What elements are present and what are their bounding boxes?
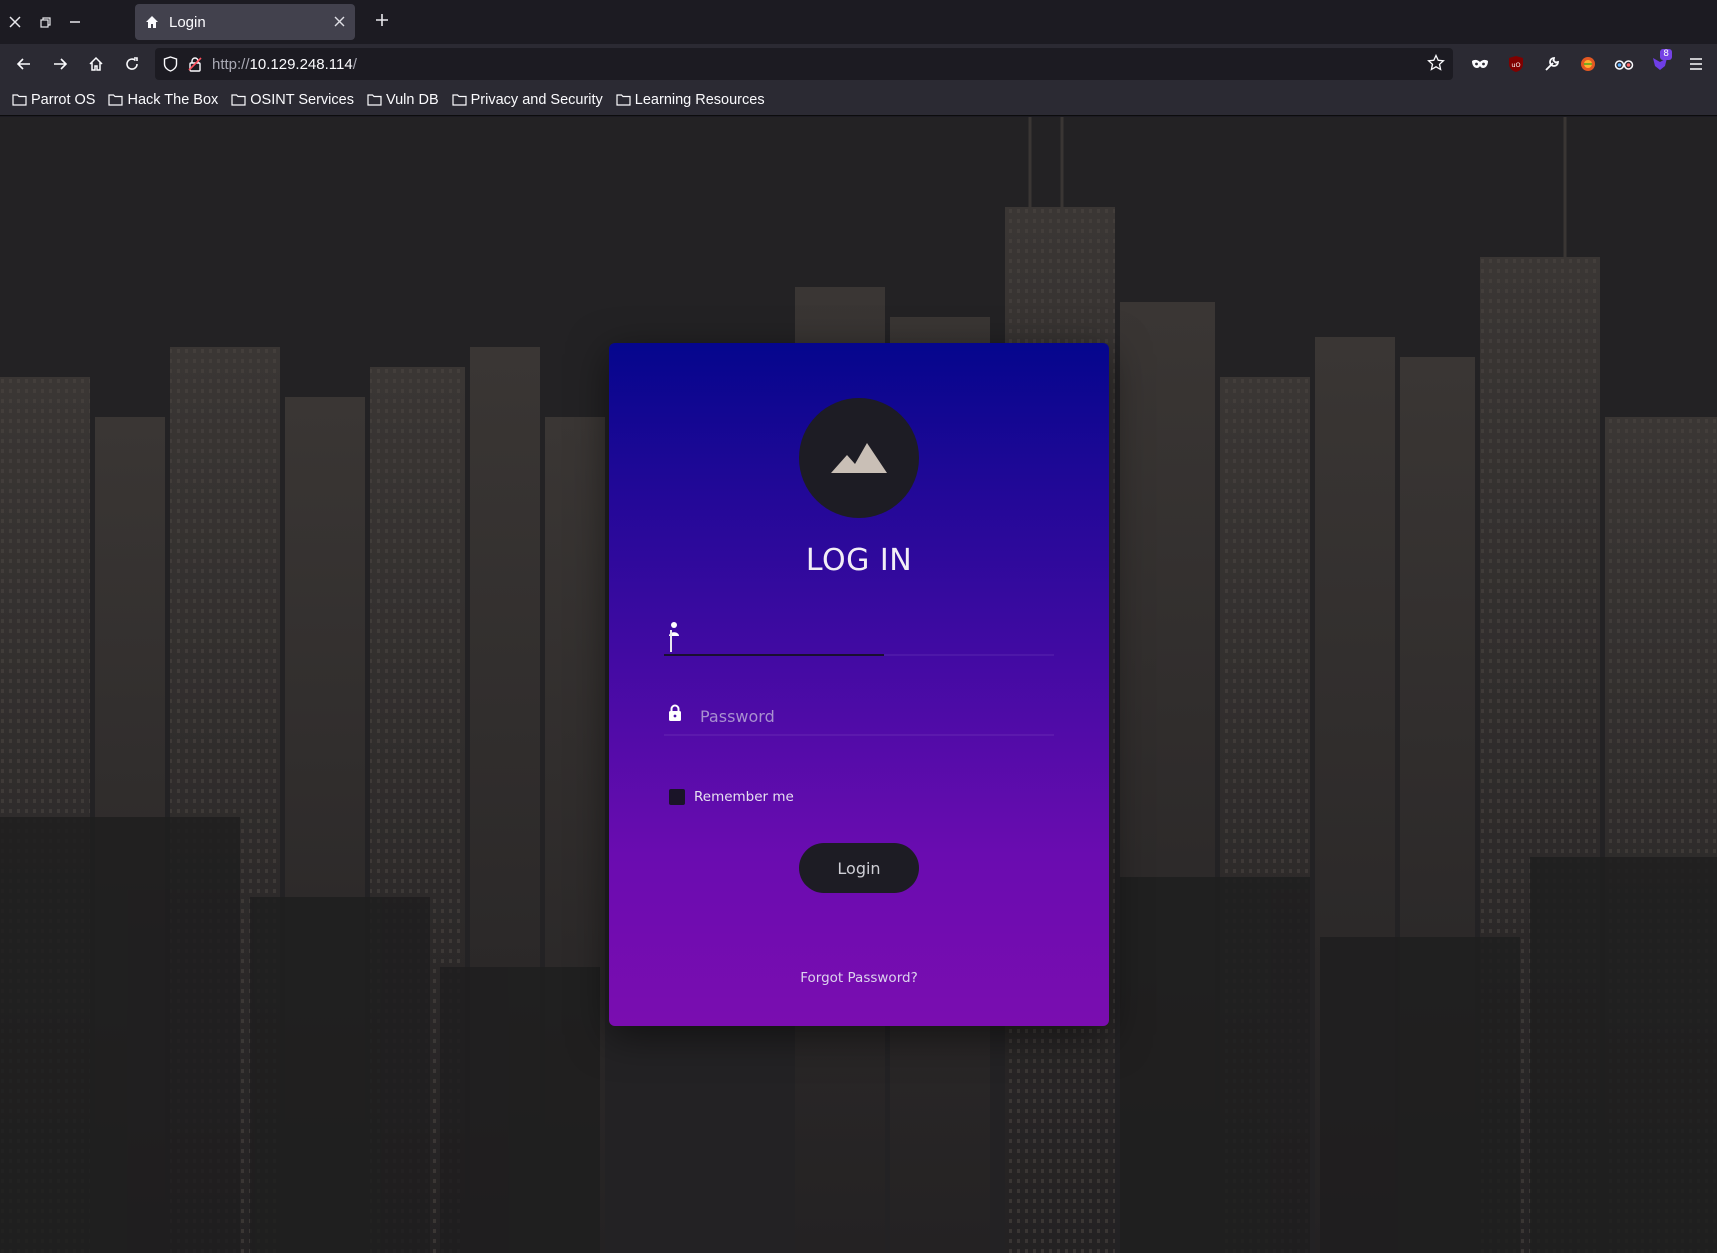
bookmark-label: Hack The Box xyxy=(127,91,219,108)
remember-me-checkbox[interactable] xyxy=(669,789,685,805)
svg-text:uO: uO xyxy=(1511,61,1520,69)
folder-icon xyxy=(231,94,246,106)
extensions-toolbar: uO 8 xyxy=(1462,48,1714,80)
tracking-shield-icon[interactable] xyxy=(163,56,178,72)
url-protocol: http:// xyxy=(212,55,250,73)
menu-hamburger-icon[interactable] xyxy=(1678,48,1714,80)
bookmark-folder-vuln-db[interactable]: Vuln DB xyxy=(367,92,439,108)
bookmark-label: Learning Resources xyxy=(634,91,765,108)
tab-title: Login xyxy=(169,13,206,31)
avatar xyxy=(799,398,919,518)
tab-close-icon[interactable] xyxy=(334,14,345,30)
username-input[interactable] xyxy=(700,616,1050,648)
browser-tab-bar: Login xyxy=(0,0,1717,44)
address-bar[interactable]: http:// 10.129.248.114 / xyxy=(155,48,1453,80)
login-card: LOG IN Remember me Login Forgot Password… xyxy=(609,343,1109,1026)
folder-icon xyxy=(12,94,27,106)
wappalyzer-glasses-icon[interactable] xyxy=(1606,48,1642,80)
hackbar-extension-icon[interactable] xyxy=(1570,48,1606,80)
mountain-logo-icon xyxy=(831,443,887,473)
home-favicon-icon xyxy=(145,14,161,30)
page-viewport: LOG IN Remember me Login Forgot Password… xyxy=(0,117,1717,1253)
close-window-icon[interactable] xyxy=(0,0,30,44)
folder-icon xyxy=(616,94,631,106)
remember-me-label[interactable]: Remember me xyxy=(694,789,794,805)
text-caret xyxy=(670,630,672,652)
restore-window-icon[interactable] xyxy=(30,0,60,44)
field-focus-underline xyxy=(664,654,884,656)
remember-me-row: Remember me xyxy=(669,789,794,805)
login-title: LOG IN xyxy=(805,543,913,578)
home-icon[interactable] xyxy=(78,48,114,80)
field-underline xyxy=(664,734,1054,736)
private-mask-icon[interactable] xyxy=(1462,48,1498,80)
bookmark-label: Parrot OS xyxy=(31,91,96,108)
forward-arrow-icon[interactable] xyxy=(42,48,78,80)
ublock-origin-icon[interactable]: uO xyxy=(1498,48,1534,80)
foxyproxy-icon[interactable]: 8 xyxy=(1642,48,1678,80)
back-arrow-icon[interactable] xyxy=(6,48,42,80)
tab-login[interactable]: Login xyxy=(135,4,355,40)
folder-icon xyxy=(452,94,467,106)
url-host: 10.129.248.114 xyxy=(249,55,353,73)
wrench-icon[interactable] xyxy=(1534,48,1570,80)
bookmark-folder-parrot-os[interactable]: Parrot OS xyxy=(12,92,95,108)
bookmark-folder-privacy-and-security[interactable]: Privacy and Security xyxy=(452,92,603,108)
bookmark-folder-hack-the-box[interactable]: Hack The Box xyxy=(108,92,218,108)
bookmark-label: Privacy and Security xyxy=(470,91,603,108)
lock-icon xyxy=(668,704,682,725)
username-field[interactable] xyxy=(664,608,1054,656)
bookmark-label: Vuln DB xyxy=(385,91,439,108)
url-path: / xyxy=(352,55,357,73)
password-input[interactable] xyxy=(700,700,1050,732)
forgot-password-link[interactable]: Forgot Password? xyxy=(609,970,1109,986)
password-field[interactable] xyxy=(664,688,1054,736)
bookmark-folder-osint-services[interactable]: OSINT Services xyxy=(231,92,354,108)
bookmarks-toolbar: Parrot OS Hack The Box OSINT Services Vu… xyxy=(0,84,1717,116)
minimize-window-icon[interactable] xyxy=(60,0,90,44)
folder-icon xyxy=(367,94,382,106)
login-button[interactable]: Login xyxy=(799,843,919,893)
folder-icon xyxy=(108,94,124,106)
bookmark-star-icon[interactable] xyxy=(1427,53,1445,76)
reload-icon[interactable] xyxy=(114,48,150,80)
extension-badge: 8 xyxy=(1660,49,1672,60)
new-tab-icon[interactable] xyxy=(368,8,396,33)
bookmark-label: OSINT Services xyxy=(250,91,354,108)
browser-nav-bar: http:// 10.129.248.114 / uO 8 xyxy=(0,44,1717,84)
insecure-lock-icon[interactable] xyxy=(188,56,202,72)
bookmark-folder-learning-resources[interactable]: Learning Resources xyxy=(616,92,765,108)
